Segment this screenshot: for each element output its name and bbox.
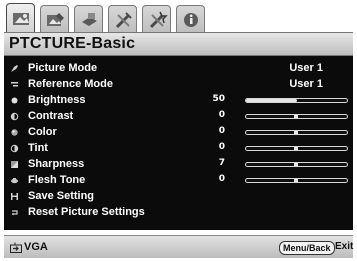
menu-item-value: 50	[212, 94, 225, 104]
brightness-icon	[11, 97, 18, 104]
menu-item-picture-mode[interactable]: Picture Mode User 1	[4, 61, 353, 77]
menu-item-label: Picture Mode	[28, 62, 98, 74]
picture-advanced-tab-icon[interactable]	[40, 5, 69, 34]
menu-item-flesh-tone[interactable]: Flesh Tone 0	[4, 173, 353, 189]
menu-item-tint[interactable]: Tint 0	[4, 141, 353, 157]
menu-item-value: User 1	[289, 78, 323, 90]
picture-tab-icon[interactable]	[6, 3, 35, 35]
menu-item-contrast[interactable]: Contrast 0	[4, 109, 353, 125]
menu-back-button[interactable]: Menu/Back	[279, 241, 335, 255]
slider-marker	[294, 115, 298, 118]
menu-header: PTCTURE-Basic	[4, 32, 353, 56]
menu-item-label: Sharpness	[28, 158, 85, 170]
menu-item-value: 0	[218, 126, 225, 136]
menu-item-reference-mode[interactable]: Reference Mode User 1	[4, 77, 353, 93]
menu-item-save-setting[interactable]: Save Setting	[4, 189, 353, 205]
menu-item-label: Color	[28, 126, 57, 138]
menu-item-value: 7	[218, 158, 225, 168]
menu-item-label: Tint	[28, 142, 48, 154]
flesh-tone-icon	[11, 178, 18, 184]
menu-item-value: 0	[218, 174, 225, 184]
slider-marker	[294, 179, 298, 182]
menu-tab-strip	[6, 3, 351, 35]
menu-item-sharpness[interactable]: Sharpness 7	[4, 157, 353, 173]
menu-item-value: 0	[218, 142, 225, 152]
page-title: PTCTURE-Basic	[9, 35, 136, 52]
slider-marker	[294, 163, 298, 166]
tint-slider[interactable]	[245, 146, 348, 151]
reference-mode-icon	[11, 82, 18, 87]
setup-tab-icon[interactable]	[108, 5, 137, 34]
menu-item-brightness[interactable]: Brightness 50	[4, 93, 353, 109]
color-slider[interactable]	[245, 130, 348, 135]
menu-item-label: Flesh Tone	[28, 174, 86, 186]
slider-marker	[294, 147, 298, 150]
input-source-label: VGA	[24, 241, 48, 253]
sharpness-icon	[11, 161, 18, 168]
save-icon	[11, 193, 18, 200]
menu-item-label: Reset Picture Settings	[28, 206, 145, 218]
slider-fill	[246, 99, 297, 102]
menu-item-value: 0	[218, 110, 225, 120]
exit-label: Exit	[335, 241, 354, 252]
setup-advanced-tab-icon[interactable]	[142, 5, 171, 34]
input-source-icon	[10, 242, 22, 253]
picture-mode-icon	[11, 65, 18, 72]
slider-marker	[294, 131, 298, 134]
tint-icon	[10, 144, 19, 153]
menu-item-label: Contrast	[28, 110, 74, 122]
flesh-tone-slider[interactable]	[245, 178, 348, 183]
menu-item-label: Save Setting	[28, 190, 95, 202]
sharpness-slider[interactable]	[245, 162, 348, 167]
brightness-slider[interactable]	[245, 98, 348, 103]
menu-item-reset-picture-settings[interactable]: Reset Picture Settings	[4, 205, 353, 221]
reset-icon	[12, 210, 18, 216]
menu-item-color[interactable]: Color 0	[4, 125, 353, 141]
menu-item-value: User 1	[289, 62, 323, 74]
contrast-slider[interactable]	[245, 114, 348, 119]
menu-footer: VGA Menu/Back Exit	[4, 235, 353, 258]
display-tab-icon[interactable]	[74, 5, 103, 34]
menu-panel: Picture Mode User 1 Reference Mode User …	[4, 56, 353, 230]
menu-item-label: Reference Mode	[28, 78, 113, 90]
contrast-icon	[10, 112, 19, 121]
information-tab-icon[interactable]	[176, 5, 205, 34]
color-icon	[11, 129, 18, 136]
projector-osd: PTCTURE-Basic Picture Mode User 1 Refere…	[0, 0, 357, 261]
menu-item-label: Brightness	[28, 94, 86, 106]
